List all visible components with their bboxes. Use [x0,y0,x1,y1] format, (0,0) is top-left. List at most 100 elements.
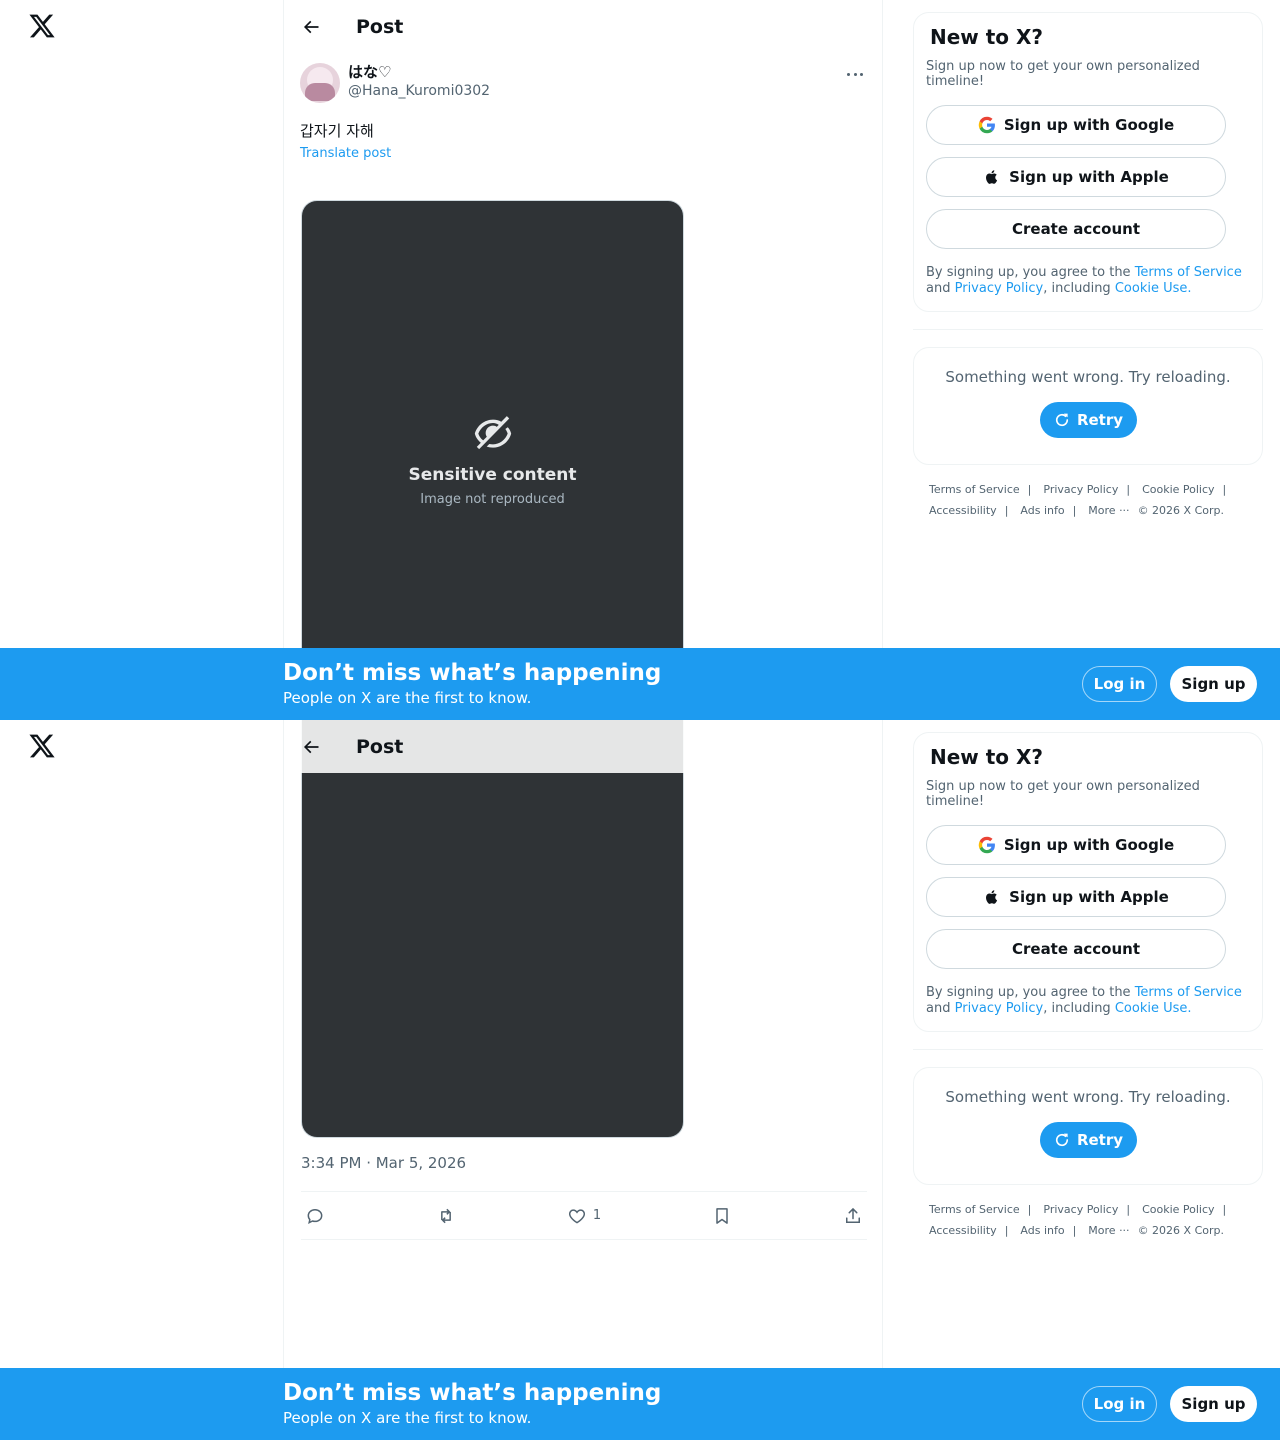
legal-text-part: By signing up, you agree to the [926,985,1131,1000]
retry-button[interactable]: Retry [1039,1122,1137,1158]
apple-signup-button[interactable]: Sign up with Apple [926,157,1226,197]
hidden-media-title: Sensitive content [408,464,577,485]
google-signup-button[interactable]: Sign up with Google [926,105,1226,145]
bookmark-button[interactable] [712,1206,732,1226]
cookie-link[interactable]: Cookie Use. [1115,1001,1192,1016]
apple-icon [986,170,998,184]
back-arrow-icon [303,20,319,33]
footer-cookie[interactable]: Cookie Policy [1142,483,1214,496]
post-media-hidden: Sensitive content Image not reproduced [301,200,684,720]
login-button[interactable]: Log in [1082,1386,1157,1422]
like-button[interactable]: 1 [567,1206,601,1226]
new-to-x-title: New to X? [930,25,1044,49]
repost-button[interactable] [436,1206,456,1226]
like-count: 1 [592,1208,602,1223]
signup-banner: Don’t miss what’s happening People on X … [0,1368,1280,1440]
footer-privacy[interactable]: Privacy Policy [1043,1203,1118,1216]
legal-text: By signing up, you agree to the Terms of… [926,265,1250,297]
banner-title: Don’t miss what’s happening [283,1380,662,1406]
login-button[interactable]: Log in [1082,666,1157,702]
reply-button[interactable] [305,1206,325,1226]
footer-copyright: © 2026 X Corp. [1137,1224,1224,1237]
retry-icon [1055,413,1069,427]
repost-icon [441,1208,451,1223]
post-header: Post [284,720,882,773]
signup-card: New to X? Sign up now to get your own pe… [913,12,1263,312]
footer-separator: | [1004,1224,1009,1237]
signup-subtitle: Sign up now to get your own personalized… [926,59,1200,89]
retry-icon [1055,1133,1069,1147]
footer-terms[interactable]: Terms of Service [929,483,1020,496]
footer-ads[interactable]: Ads info [1020,1224,1064,1237]
footer-more[interactable]: More ··· [1088,1224,1129,1237]
legal-text-part: , including [1043,1001,1111,1016]
footer-separator: | [1072,1224,1077,1237]
legal-text-part: and [926,1001,951,1016]
post-timestamp[interactable]: 3:34 PM · Mar 5, 2026 [301,1154,466,1172]
like-icon [568,1208,585,1224]
hidden-media-note: Image not reproduced [420,491,565,507]
x-logo-icon[interactable] [28,732,56,760]
display-name[interactable]: はな♡ [348,63,490,81]
apple-signup-label: Sign up with Apple [1009,888,1169,906]
terms-link[interactable]: Terms of Service [1135,265,1242,280]
screen-scrolled: Post 3:34 PM · Mar 5, 2026 1 New to X? S… [0,720,1280,1440]
legal-text-part: and [926,281,951,296]
signup-banner: Don’t miss what’s happening People on X … [0,648,1280,720]
apple-icon [986,890,998,904]
post-author: はな♡ @Hana_Kuromi0302 [300,63,866,103]
legal-text-part: By signing up, you agree to the [926,265,1131,280]
privacy-link[interactable]: Privacy Policy [955,281,1044,296]
footer-privacy[interactable]: Privacy Policy [1043,483,1118,496]
back-arrow-icon [303,740,319,753]
apple-signup-button[interactable]: Sign up with Apple [926,877,1226,917]
sidebar: New to X? Sign up now to get your own pe… [913,732,1263,1237]
terms-link[interactable]: Terms of Service [1135,985,1242,1000]
footer-terms[interactable]: Terms of Service [929,1203,1020,1216]
footer-cookie[interactable]: Cookie Policy [1142,1203,1214,1216]
divider [913,329,1263,330]
footer-separator: | [1222,483,1227,496]
post-media-hidden [301,720,684,1138]
reply-icon [307,1208,323,1224]
footer-more[interactable]: More ··· [1088,504,1129,517]
page-title: Post [356,735,404,758]
legal-text: By signing up, you agree to the Terms of… [926,985,1250,1017]
footer-separator: | [1222,1203,1227,1216]
signup-subtitle: Sign up now to get your own personalized… [926,779,1200,809]
create-account-button[interactable]: Create account [926,929,1226,969]
bookmark-icon [716,1207,728,1224]
error-message: Something went wrong. Try reloading. [945,368,1231,386]
translate-post-link[interactable]: Translate post [300,146,866,161]
banner-title: Don’t miss what’s happening [283,660,662,686]
footer-links: Terms of Service | Privacy Policy | Cookie… [913,1203,1243,1237]
privacy-link[interactable]: Privacy Policy [955,1001,1044,1016]
back-button[interactable] [300,736,322,758]
share-button[interactable] [843,1206,863,1226]
google-signup-button[interactable]: Sign up with Google [926,825,1226,865]
avatar[interactable] [300,63,340,103]
divider [913,1049,1263,1050]
footer-separator: | [1126,483,1131,496]
banner-subtitle: People on X are the first to know. [283,689,532,707]
retry-label: Retry [1076,1131,1124,1149]
signup-button[interactable]: Sign up [1170,666,1257,702]
footer-accessibility[interactable]: Accessibility [929,504,997,517]
google-icon [978,116,995,134]
footer-separator: | [1004,504,1009,517]
create-account-button[interactable]: Create account [926,209,1226,249]
cookie-link[interactable]: Cookie Use. [1115,281,1192,296]
footer-separator: | [1126,1203,1131,1216]
retry-button[interactable]: Retry [1039,402,1137,438]
signup-button[interactable]: Sign up [1170,1386,1257,1422]
footer-ads[interactable]: Ads info [1020,504,1064,517]
footer-accessibility[interactable]: Accessibility [929,1224,997,1237]
error-message: Something went wrong. Try reloading. [945,1088,1231,1106]
footer-separator: | [1027,483,1032,496]
x-logo-icon[interactable] [28,12,56,40]
retry-label: Retry [1076,411,1124,429]
more-icon[interactable] [844,67,866,81]
error-card: Something went wrong. Try reloading. Ret… [913,347,1263,465]
user-handle[interactable]: @Hana_Kuromi0302 [348,83,490,100]
back-button[interactable] [300,16,322,38]
